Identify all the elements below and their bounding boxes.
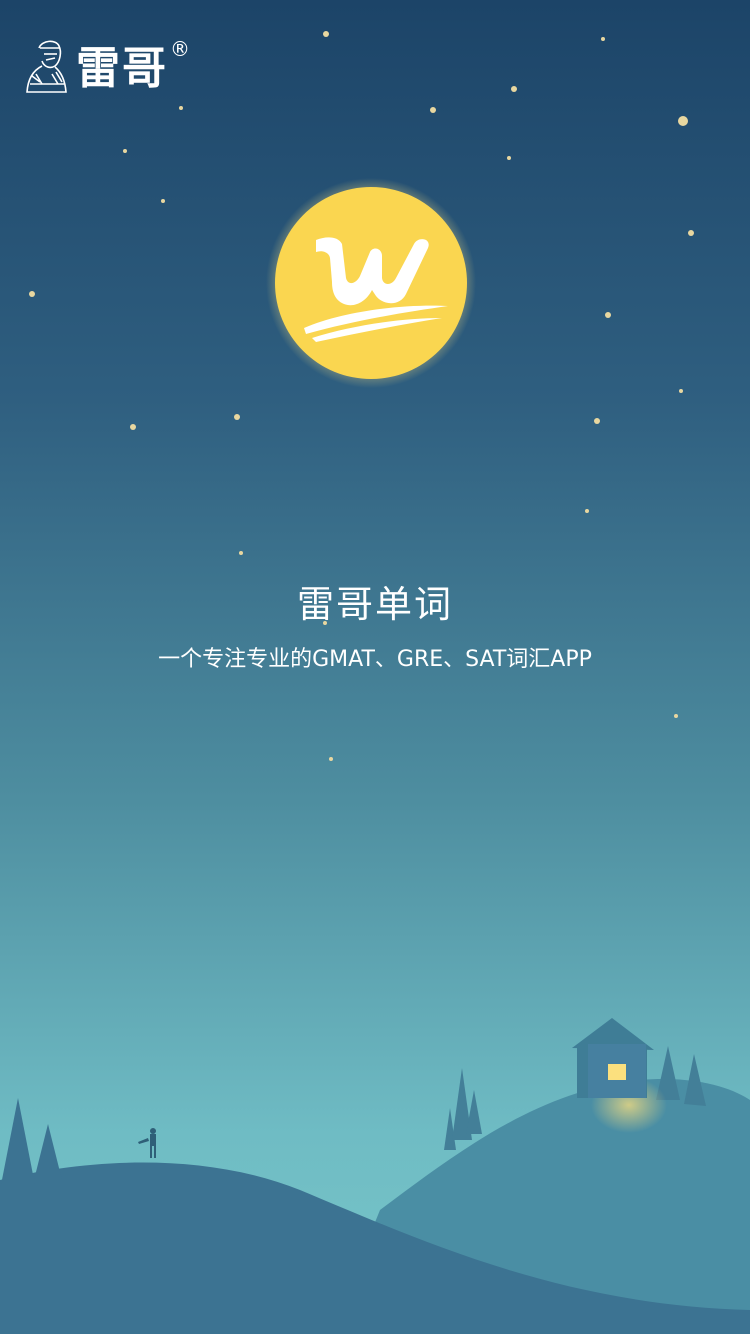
tree xyxy=(0,1098,62,1190)
landscape-illustration xyxy=(0,1018,750,1334)
person-silhouette xyxy=(138,1128,156,1158)
splash-screen: 雷哥 ® 雷哥单词 一个专注专业的GMAT、GRE、SAT词汇APP xyxy=(0,0,750,1334)
